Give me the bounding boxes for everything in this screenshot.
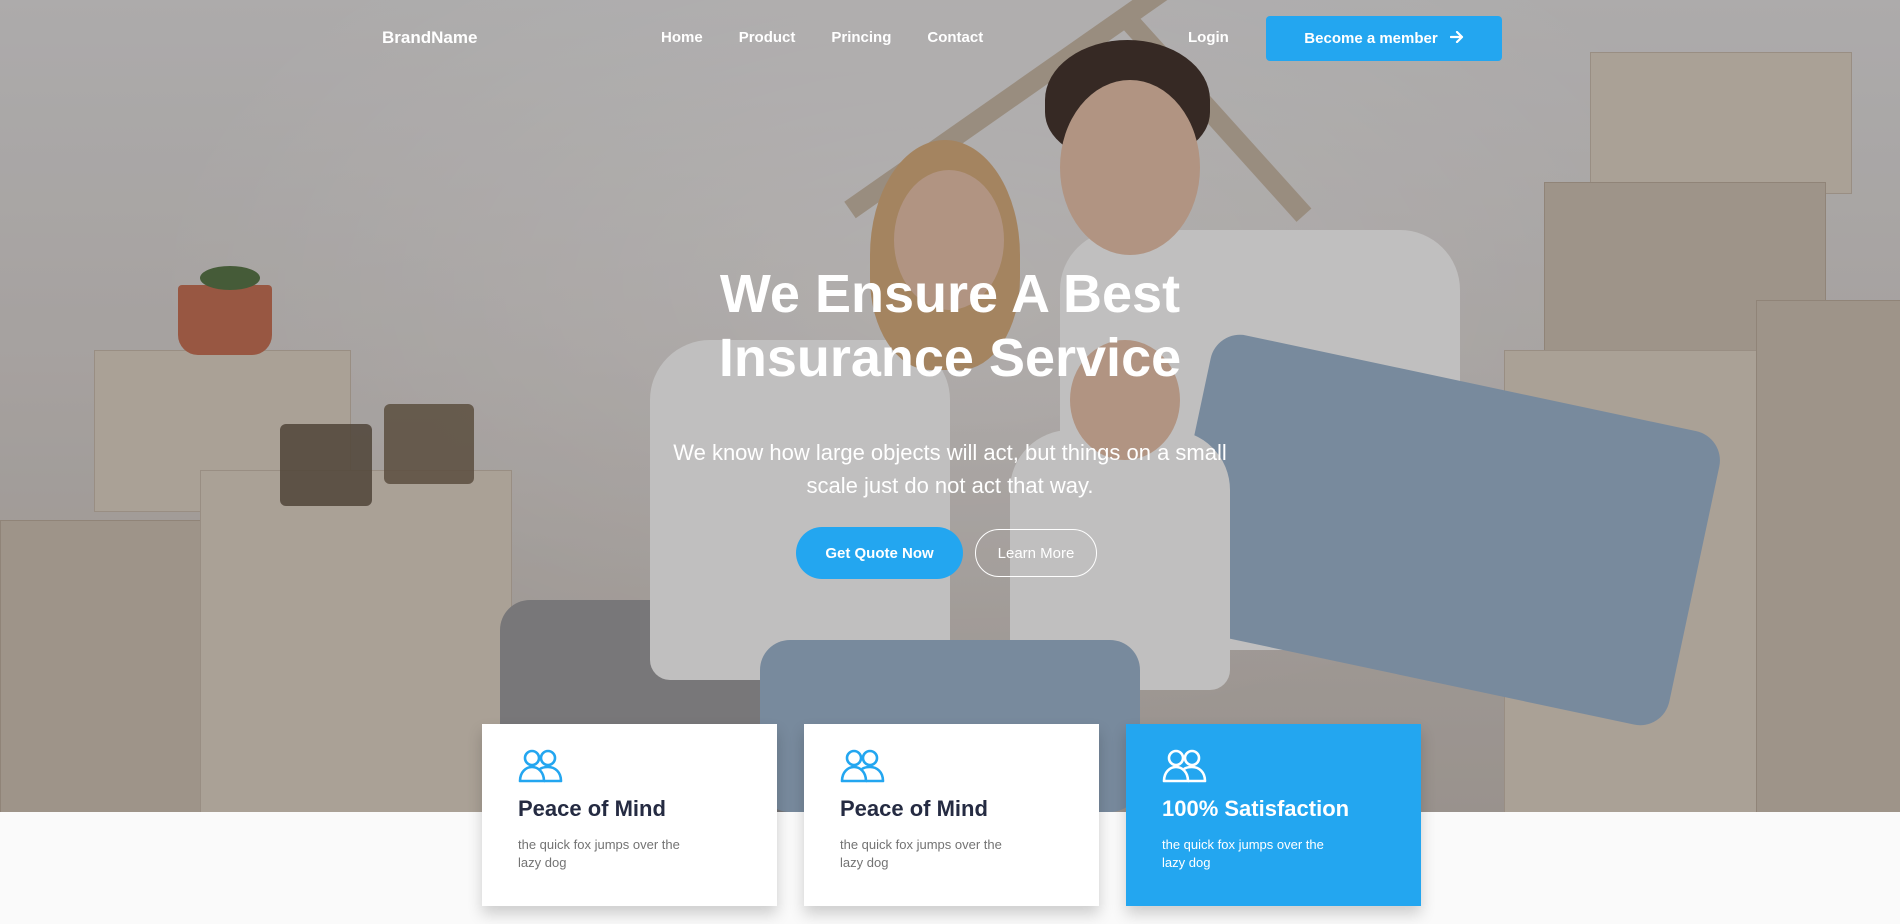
users-icon — [518, 748, 564, 784]
hero-section — [0, 0, 1900, 812]
brand-logo[interactable]: BrandName — [382, 28, 477, 48]
users-icon — [840, 748, 886, 784]
feature-title: 100% Satisfaction — [1162, 796, 1350, 821]
hero-headline-line-1: We Ensure A Best — [719, 264, 1181, 324]
feature-description: the quick fox jumps over the lazy dog — [1162, 837, 1324, 870]
feature-card: Peace of Mind the quick fox jumps over t… — [804, 724, 1099, 906]
hero-overlay — [0, 0, 1900, 812]
learn-more-button[interactable]: Learn More — [975, 529, 1097, 577]
nav-link-product[interactable]: Product — [739, 29, 796, 46]
feature-card: Peace of Mind the quick fox jumps over t… — [482, 724, 777, 906]
feature-title: Peace of Mind — [518, 796, 666, 821]
become-member-label: Become a member — [1304, 30, 1438, 47]
get-quote-button[interactable]: Get Quote Now — [796, 527, 963, 579]
users-icon — [1162, 748, 1208, 784]
feature-description: the quick fox jumps over the lazy dog — [518, 837, 680, 870]
nav-link-contact[interactable]: Contact — [927, 29, 983, 46]
hero-headline: We Ensure A Best Insurance Service — [0, 262, 1900, 390]
feature-card-highlighted: 100% Satisfaction the quick fox jumps ov… — [1126, 724, 1421, 906]
login-link[interactable]: Login — [1188, 29, 1229, 46]
nav-menu: Home Product Princing Contact — [661, 29, 1019, 46]
nav-link-pricing[interactable]: Princing — [831, 29, 891, 46]
arrow-right-icon — [1449, 30, 1464, 47]
feature-title: Peace of Mind — [840, 796, 988, 821]
hero-subline: We know how large objects will act, but … — [673, 440, 1227, 498]
feature-description: the quick fox jumps over the lazy dog — [840, 837, 1002, 870]
top-navbar: BrandName Home Product Princing Contact … — [0, 0, 1900, 78]
hero-headline-line-2: Insurance Service — [718, 328, 1182, 388]
nav-link-home[interactable]: Home — [661, 29, 703, 46]
become-member-button[interactable]: Become a member — [1266, 16, 1502, 61]
